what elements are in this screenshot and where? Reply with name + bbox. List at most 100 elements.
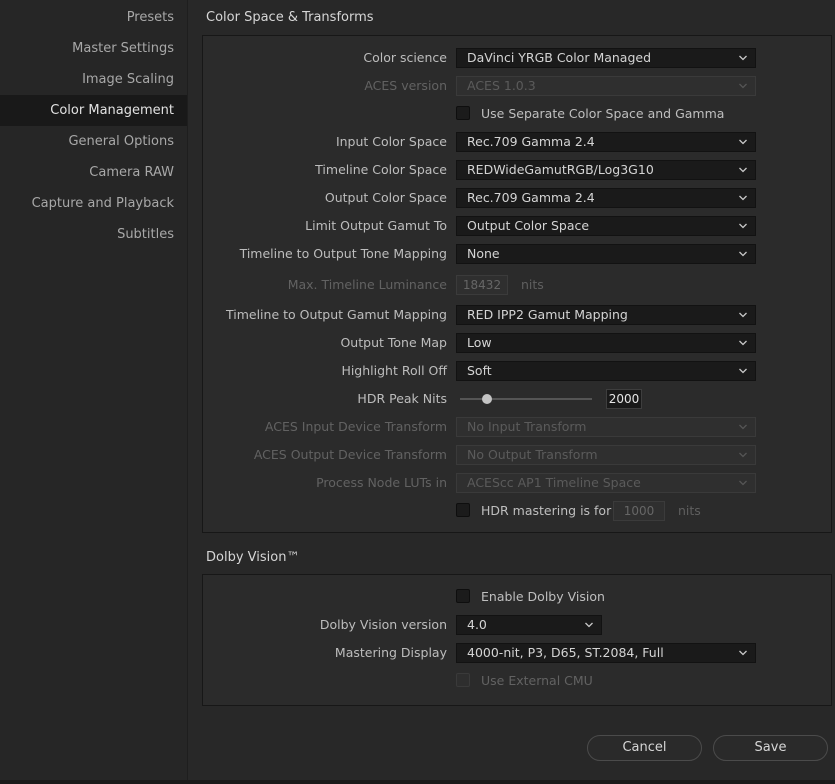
external-cmu-row: Use External CMU: [203, 670, 831, 692]
separate-gamma-label: Use Separate Color Space and Gamma: [481, 106, 725, 121]
chevron-down-icon: [739, 368, 747, 374]
chevron-down-icon: [739, 650, 747, 656]
hdr-peak-nits-slider-handle[interactable]: [482, 394, 492, 404]
sidebar-item-image-scaling[interactable]: Image Scaling: [0, 64, 187, 95]
tone-mapping-dropdown[interactable]: None: [456, 244, 756, 264]
cancel-button[interactable]: Cancel: [587, 735, 702, 761]
max-luminance-field: 18432: [456, 275, 508, 295]
timeline-color-space-row: Timeline Color Space REDWideGamutRGB/Log…: [203, 159, 831, 181]
max-luminance-label: Max. Timeline Luminance: [287, 277, 447, 292]
section-title-color-space: Color Space & Transforms: [206, 10, 374, 25]
separate-gamma-checkbox[interactable]: [456, 106, 470, 120]
hdr-mastering-unit: nits: [678, 503, 701, 518]
output-color-space-dropdown[interactable]: Rec.709 Gamma 2.4: [456, 188, 756, 208]
aces-odt-label: ACES Output Device Transform: [253, 447, 447, 462]
sidebar-item-camera-raw[interactable]: Camera RAW: [0, 157, 187, 188]
limit-output-gamut-dropdown[interactable]: Output Color Space: [456, 216, 756, 236]
output-color-space-label: Output Color Space: [324, 190, 447, 205]
aces-idt-value: No Input Transform: [467, 419, 587, 434]
save-button[interactable]: Save: [713, 735, 828, 761]
aces-odt-value: No Output Transform: [467, 447, 598, 462]
enable-dolby-label: Enable Dolby Vision: [481, 589, 605, 604]
color-science-value: DaVinci YRGB Color Managed: [467, 50, 652, 65]
gamut-mapping-label: Timeline to Output Gamut Mapping: [225, 307, 447, 322]
hdr-peak-nits-slider-track[interactable]: [460, 398, 592, 400]
tone-mapping-value: None: [467, 246, 500, 261]
chevron-down-icon: [585, 622, 593, 628]
highlight-roll-off-dropdown[interactable]: Soft: [456, 361, 756, 381]
aces-version-value: ACES 1.0.3: [467, 78, 536, 93]
mastering-display-row: Mastering Display 4000-nit, P3, D65, ST.…: [203, 642, 831, 664]
bottom-edge: [0, 780, 835, 784]
gamut-mapping-dropdown[interactable]: RED IPP2 Gamut Mapping: [456, 305, 756, 325]
process-luts-row: Process Node LUTs in ACEScc AP1 Timeline…: [203, 472, 831, 494]
timeline-color-space-dropdown[interactable]: REDWideGamutRGB/Log3G10: [456, 160, 756, 180]
chevron-down-icon: [739, 312, 747, 318]
limit-output-gamut-value: Output Color Space: [467, 218, 590, 233]
external-cmu-label: Use External CMU: [481, 673, 593, 688]
hdr-mastering-label: HDR mastering is for: [481, 503, 612, 518]
chevron-down-icon: [739, 251, 747, 257]
hdr-peak-nits-label: HDR Peak Nits: [357, 391, 447, 406]
timeline-color-space-label: Timeline Color Space: [315, 162, 447, 177]
output-color-space-value: Rec.709 Gamma 2.4: [467, 190, 595, 205]
sidebar-item-presets[interactable]: Presets: [0, 2, 187, 33]
enable-dolby-row: Enable Dolby Vision: [203, 586, 831, 608]
enable-dolby-checkbox[interactable]: [456, 589, 470, 603]
aces-version-row: ACES version ACES 1.0.3: [203, 75, 831, 97]
output-tone-map-row: Output Tone Map Low: [203, 332, 831, 354]
hdr-mastering-field: 1000: [613, 501, 665, 521]
output-color-space-row: Output Color Space Rec.709 Gamma 2.4: [203, 187, 831, 209]
aces-idt-dropdown: No Input Transform: [456, 417, 756, 437]
mastering-display-dropdown[interactable]: 4000-nit, P3, D65, ST.2084, Full: [456, 643, 756, 663]
chevron-down-icon: [739, 167, 747, 173]
aces-version-label: ACES version: [364, 78, 447, 93]
chevron-down-icon: [739, 139, 747, 145]
dolby-version-row: Dolby Vision version 4.0: [203, 614, 831, 636]
input-color-space-value: Rec.709 Gamma 2.4: [467, 134, 595, 149]
input-color-space-row: Input Color Space Rec.709 Gamma 2.4: [203, 131, 831, 153]
hdr-peak-nits-field[interactable]: 2000: [606, 389, 642, 409]
input-color-space-dropdown[interactable]: Rec.709 Gamma 2.4: [456, 132, 756, 152]
process-luts-label: Process Node LUTs in: [316, 475, 447, 490]
color-space-panel: Color science DaVinci YRGB Color Managed…: [202, 35, 832, 533]
chevron-down-icon: [739, 83, 747, 89]
output-tone-map-value: Low: [467, 335, 492, 350]
mastering-display-value: 4000-nit, P3, D65, ST.2084, Full: [467, 645, 664, 660]
sidebar-item-capture-playback[interactable]: Capture and Playback: [0, 188, 187, 219]
input-color-space-label: Input Color Space: [335, 134, 447, 149]
max-luminance-unit: nits: [521, 277, 544, 292]
color-science-dropdown[interactable]: DaVinci YRGB Color Managed: [456, 48, 756, 68]
sidebar-item-general-options[interactable]: General Options: [0, 126, 187, 157]
hdr-peak-nits-row: HDR Peak Nits 2000: [203, 388, 831, 410]
timeline-color-space-value: REDWideGamutRGB/Log3G10: [467, 162, 654, 177]
sidebar-item-subtitles[interactable]: Subtitles: [0, 219, 187, 250]
hdr-mastering-checkbox[interactable]: [456, 503, 470, 517]
sidebar-item-color-management[interactable]: Color Management: [0, 95, 187, 126]
output-tone-map-label: Output Tone Map: [340, 335, 447, 350]
sidebar-item-master-settings[interactable]: Master Settings: [0, 33, 187, 64]
aces-idt-row: ACES Input Device Transform No Input Tra…: [203, 416, 831, 438]
max-luminance-row: Max. Timeline Luminance 18432 nits: [203, 274, 831, 296]
highlight-roll-off-row: Highlight Roll Off Soft: [203, 360, 831, 382]
process-luts-dropdown: ACEScc AP1 Timeline Space: [456, 473, 756, 493]
chevron-down-icon: [739, 195, 747, 201]
dolby-version-dropdown[interactable]: 4.0: [456, 615, 602, 635]
dolby-vision-panel: Enable Dolby Vision Dolby Vision version…: [202, 574, 832, 706]
gamut-mapping-row: Timeline to Output Gamut Mapping RED IPP…: [203, 304, 831, 326]
dolby-version-value: 4.0: [467, 617, 487, 632]
chevron-down-icon: [739, 223, 747, 229]
tone-mapping-label: Timeline to Output Tone Mapping: [239, 246, 447, 261]
external-cmu-checkbox: [456, 673, 470, 687]
settings-sidebar: Presets Master Settings Image Scaling Co…: [0, 0, 187, 784]
section-title-dolby-vision: Dolby Vision™: [206, 550, 300, 565]
chevron-down-icon: [739, 480, 747, 486]
aces-idt-label: ACES Input Device Transform: [264, 419, 447, 434]
chevron-down-icon: [739, 55, 747, 61]
aces-odt-dropdown: No Output Transform: [456, 445, 756, 465]
dolby-version-label: Dolby Vision version: [319, 617, 447, 632]
sidebar-divider: [187, 0, 188, 784]
hdr-mastering-row: HDR mastering is for 1000 nits: [203, 500, 831, 522]
output-tone-map-dropdown[interactable]: Low: [456, 333, 756, 353]
chevron-down-icon: [739, 452, 747, 458]
